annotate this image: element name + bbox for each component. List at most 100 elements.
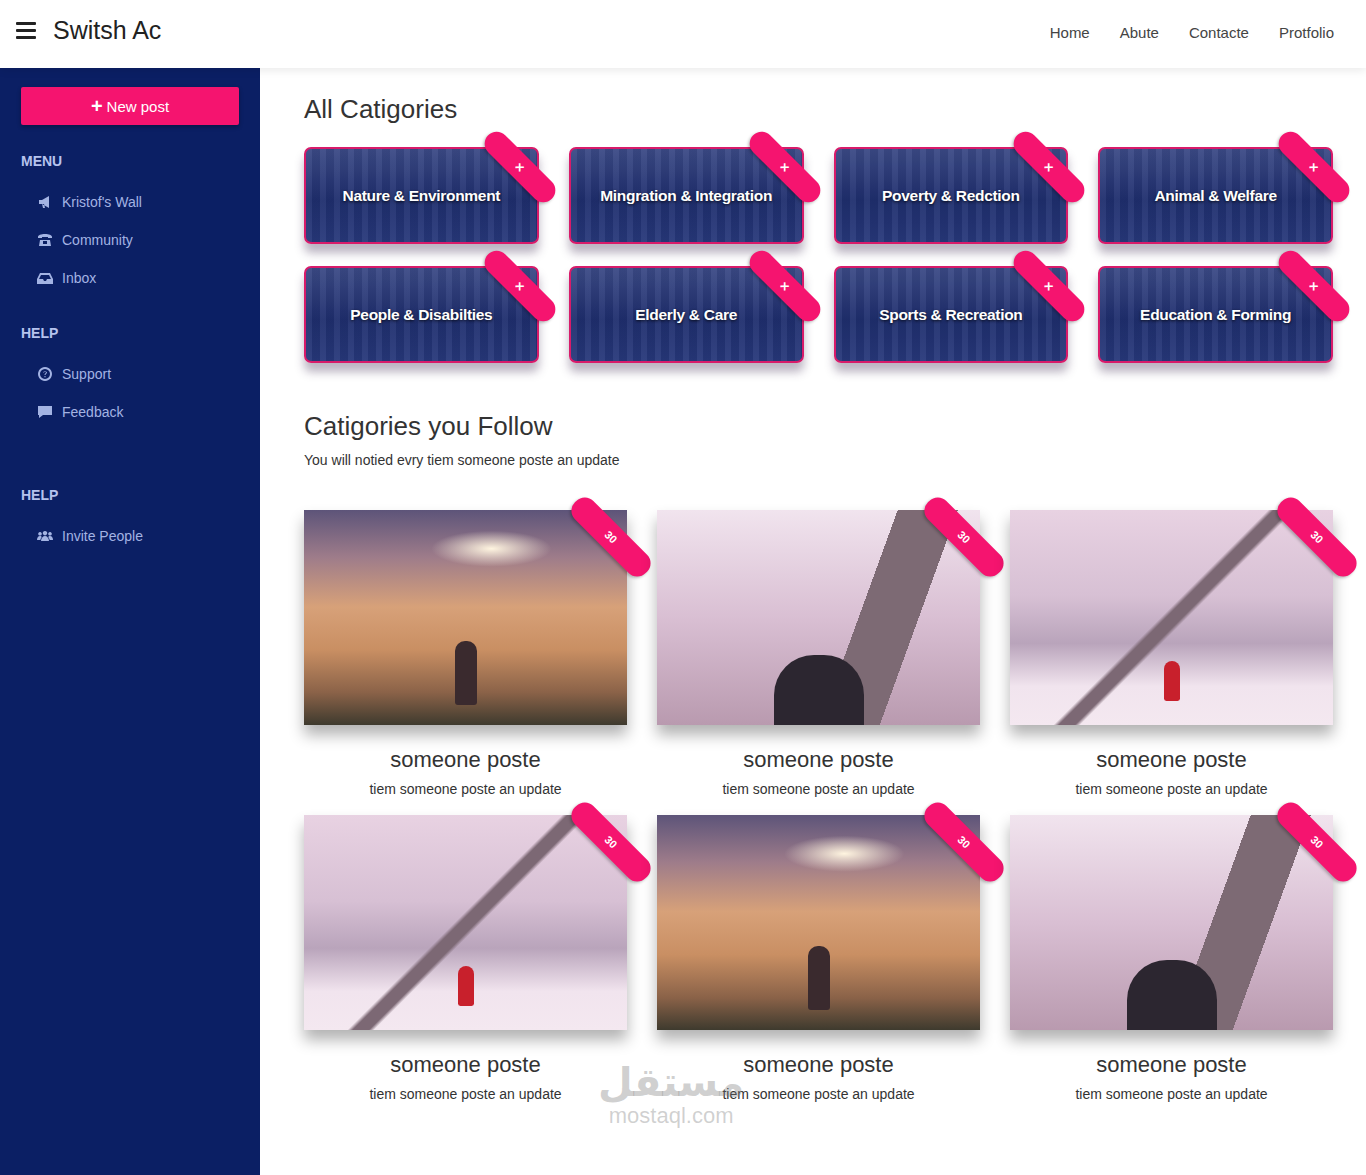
watermark: مستقلmostaql.com (598, 1060, 744, 1128)
post-image: 30 (1010, 510, 1333, 725)
category-card[interactable]: Animal & Welfare× (1098, 147, 1333, 244)
sidebar-item-label: Inbox (62, 270, 96, 286)
category-card[interactable]: Education & Forming × (1098, 266, 1333, 363)
sidebar-section: HELP Support Feedback (21, 325, 239, 431)
megaphone-icon (37, 194, 53, 210)
followed-title: Catigories you Follow (304, 411, 1333, 442)
post-title: someone poste (304, 747, 627, 773)
sidebar-item-label: Kristof's Wall (62, 194, 142, 210)
close-icon: × (777, 278, 793, 294)
count-badge: 30 (603, 529, 619, 545)
new-post-button[interactable]: +New post (21, 87, 239, 125)
person-figure (1127, 960, 1217, 1030)
post-grid: 30 someone poste tiem someone poste an upd… (304, 510, 1333, 1102)
category-label: Elderly & Care (635, 306, 737, 324)
count-ribbon: 30 (919, 492, 1008, 581)
count-badge: 30 (1309, 529, 1325, 545)
post-text: tiem someone poste an update (657, 1086, 980, 1102)
category-label: Sports & Recreation (879, 306, 1022, 324)
sidebar-item-label: Support (62, 366, 111, 382)
post-card[interactable]: 30 someone poste tiem someone poste an upd… (657, 510, 980, 797)
close-icon: × (1306, 278, 1322, 294)
category-card[interactable]: Poverty & Redction × (834, 147, 1069, 244)
count-ribbon: 30 (919, 797, 1008, 886)
sidebar-section-title: HELP (21, 325, 239, 341)
new-post-label: New post (107, 98, 170, 115)
person-figure (455, 641, 477, 705)
post-image: 30 (304, 510, 627, 725)
count-ribbon: 30 (566, 797, 655, 886)
remove-ribbon[interactable]: × (744, 246, 825, 327)
post-text: tiem someone poste an update (657, 781, 980, 797)
brand: Switsh Ac (16, 16, 161, 45)
watermark-latin: mostaql.com (598, 1104, 744, 1128)
post-card[interactable]: 30someone postetiem someone poste an upd… (1010, 815, 1333, 1102)
count-badge: 30 (603, 834, 619, 850)
count-ribbon: 30 (566, 492, 655, 581)
app-title[interactable]: Switsh Ac (53, 16, 161, 45)
close-icon: × (1041, 278, 1057, 294)
watermark-arabic: مستقل (598, 1060, 744, 1104)
post-title: someone poste (1010, 747, 1333, 773)
nav-links: Home Abute Contacte Protfolio (1050, 24, 1334, 41)
sidebar-section-title: MENU (21, 153, 239, 169)
nav-link[interactable]: Contacte (1189, 24, 1249, 41)
count-ribbon: 30 (1272, 797, 1361, 886)
count-badge: 30 (1309, 834, 1325, 850)
count-badge: 30 (956, 834, 972, 850)
sidebar-section: HELP Invite People (21, 487, 239, 555)
sidebar-item[interactable]: Kristof's Wall (21, 183, 239, 221)
person-figure (458, 966, 474, 1006)
category-label: Mingration & Integration (600, 187, 772, 205)
post-text: tiem someone poste an update (304, 781, 627, 797)
post-title: someone poste (657, 747, 980, 773)
close-icon: × (512, 159, 528, 175)
person-figure (808, 946, 830, 1010)
post-image: 30 (657, 510, 980, 725)
nav-link[interactable]: Protfolio (1279, 24, 1334, 41)
sidebar-item[interactable]: Community (21, 221, 239, 259)
post-title: someone poste (1010, 1052, 1333, 1078)
category-label: Nature & Environment (343, 187, 501, 205)
close-icon: × (1041, 159, 1057, 175)
phone-icon (37, 232, 53, 248)
post-card[interactable]: 30someone postetiem someone poste an upd… (304, 815, 627, 1102)
post-image: 30 (1010, 815, 1333, 1030)
sidebar-section: MENU Kristof's Wall Community Inbox (21, 153, 239, 297)
sidebar-item[interactable]: Inbox (21, 259, 239, 297)
post-card[interactable]: 30 someone poste tiem someone poste an upd… (304, 510, 627, 797)
remove-ribbon[interactable]: × (1009, 127, 1090, 208)
sidebar-item[interactable]: Support (21, 355, 239, 393)
nav-link[interactable]: Abute (1120, 24, 1159, 41)
category-label: Education & Forming (1140, 306, 1291, 324)
sidebar-item[interactable]: Feedback (21, 393, 239, 431)
inbox-icon (37, 270, 53, 286)
count-ribbon: 30 (1272, 492, 1361, 581)
category-card[interactable]: People & Disabilties × (304, 266, 539, 363)
post-card[interactable]: 30someone postetiem someone poste an upd… (657, 815, 980, 1102)
category-label: Poverty & Redction (882, 187, 1020, 205)
hamburger-icon[interactable] (16, 22, 36, 39)
remove-ribbon[interactable]: × (1274, 127, 1355, 208)
users-icon (37, 528, 53, 544)
category-card[interactable]: Mingration & Integration × (569, 147, 804, 244)
sidebar-section-title: HELP (21, 487, 239, 503)
nav-link[interactable]: Home (1050, 24, 1090, 41)
app: Switsh Ac Home Abute Contacte Protfolio +New … (0, 0, 1366, 1175)
category-card[interactable]: Nature & Environment × (304, 147, 539, 244)
close-icon: × (777, 159, 793, 175)
navbar: Switsh Ac Home Abute Contacte Protfolio (0, 0, 1366, 68)
sidebar-item-label: Invite People (62, 528, 143, 544)
sidebar-item[interactable]: Invite People (21, 517, 239, 555)
sidebar-item-label: Feedback (62, 404, 123, 420)
close-icon: × (512, 278, 528, 294)
plus-icon: + (91, 96, 103, 116)
category-card[interactable]: Elderly & Care × (569, 266, 804, 363)
category-label: People & Disabilties (350, 306, 492, 324)
post-title: someone poste (304, 1052, 627, 1078)
category-card[interactable]: Sports & Recreation × (834, 266, 1069, 363)
post-card[interactable]: 30someone postetiem someone poste an upd… (1010, 510, 1333, 797)
close-icon: × (1306, 159, 1322, 175)
sidebar-item-label: Community (62, 232, 133, 248)
question-circle-icon (37, 366, 53, 382)
